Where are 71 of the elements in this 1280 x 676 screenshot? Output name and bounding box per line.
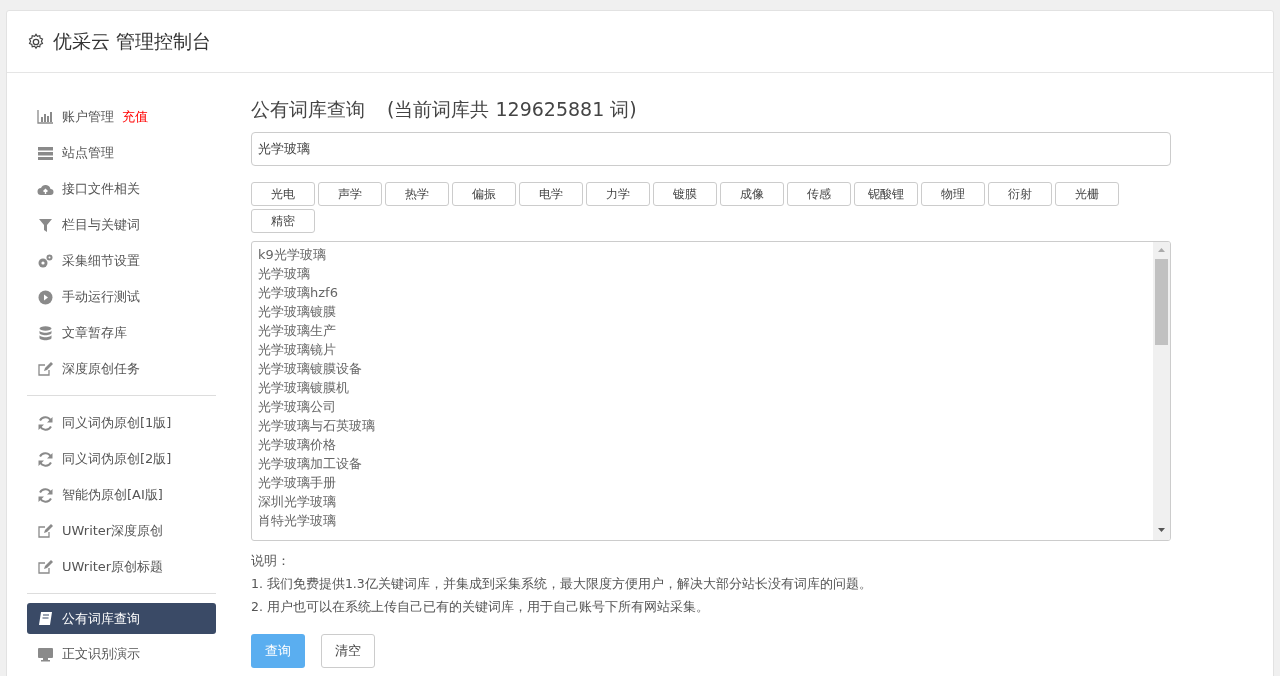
sidebar-item[interactable]: UWriter深度原创 <box>27 513 216 549</box>
console-title: 优采云 管理控制台 <box>53 29 212 55</box>
result-item[interactable]: 光学玻璃生产 <box>252 320 1153 340</box>
gears-icon <box>37 252 54 270</box>
tag-button[interactable]: 光栅 <box>1055 181 1119 206</box>
notes-heading: 说明： <box>251 551 291 570</box>
sidebar-item[interactable]: 深度原创任务 <box>27 351 216 387</box>
result-item[interactable]: 光学玻璃手册 <box>252 472 1153 492</box>
result-item[interactable]: 光学玻璃镀膜 <box>252 301 1153 321</box>
result-item[interactable]: 深圳光学玻璃 <box>252 491 1153 511</box>
tag-button[interactable]: 光电 <box>251 181 315 206</box>
tag-button[interactable]: 力学 <box>586 181 650 206</box>
scrollbar[interactable] <box>1153 241 1170 540</box>
search-field[interactable]: 光学玻璃 <box>251 131 1171 166</box>
tag-button[interactable]: 镀膜 <box>653 181 717 206</box>
server-icon <box>37 144 54 162</box>
sidebar-item[interactable]: 正文识别演示 <box>27 636 216 672</box>
tag-button[interactable]: 成像 <box>720 181 784 206</box>
tag-button[interactable]: 衍射 <box>988 181 1052 206</box>
page-title: 公有词库查询 <box>251 97 365 122</box>
sidebar-item[interactable]: 公有词库查询 <box>27 603 216 634</box>
sidebar-item[interactable]: 采集细节设置 <box>27 243 216 279</box>
monitor-icon <box>37 645 54 663</box>
sidebar-item[interactable]: 栏目与关键词 <box>27 207 216 243</box>
result-item[interactable]: 光学玻璃镜片 <box>252 339 1153 359</box>
tag-button[interactable]: 物理 <box>921 181 985 206</box>
edit-icon <box>37 558 54 576</box>
database-icon <box>37 324 54 342</box>
word-count: (当前词库共 129625881 词) <box>387 97 637 122</box>
tag-button[interactable]: 热学 <box>385 181 449 206</box>
result-item[interactable]: 光学玻璃加工设备 <box>252 453 1153 473</box>
recharge-link[interactable]: 充值 <box>122 107 148 127</box>
sidebar-item[interactable]: 账户管理 充值 <box>27 99 216 135</box>
tag-button[interactable]: 声学 <box>318 181 382 206</box>
refresh-icon <box>37 450 54 468</box>
sidebar-item[interactable]: 同义词伪原创[1版] <box>27 405 216 441</box>
note-text: 2. 用户也可以在系统上传自己已有的关键词库，用于自己账号下所有网站采集。 <box>251 597 710 616</box>
book-icon <box>37 610 54 627</box>
settings-icon <box>27 32 45 51</box>
refresh-icon <box>37 486 54 504</box>
result-item[interactable]: 光学玻璃 <box>252 263 1153 283</box>
result-item[interactable]: 光学玻璃与石英玻璃 <box>252 415 1153 435</box>
sidebar-item[interactable]: 接口文件相关 <box>27 171 216 207</box>
result-item[interactable]: 光学玻璃hzf6 <box>252 282 1153 302</box>
sidebar-item[interactable]: 文章暂存库 <box>27 315 216 351</box>
sidebar-item[interactable]: 同义词伪原创[2版] <box>27 441 216 477</box>
result-item[interactable]: k9光学玻璃 <box>252 244 1153 264</box>
tag-button[interactable]: 电学 <box>519 181 583 206</box>
filter-icon <box>37 216 54 234</box>
edit-icon <box>37 522 54 540</box>
tag-button[interactable]: 偏振 <box>452 181 516 206</box>
tag-button[interactable]: 精密 <box>251 208 315 233</box>
edit-icon <box>37 360 54 378</box>
result-item[interactable]: 光学玻璃公司 <box>252 396 1153 416</box>
sidebar-item[interactable]: 智能伪原创[AI版] <box>27 477 216 513</box>
result-item[interactable]: 光学玻璃镀膜机 <box>252 377 1153 397</box>
tag-button[interactable]: 铌酸锂 <box>854 181 918 206</box>
sidebar-item[interactable]: 站点管理 <box>27 135 216 171</box>
chart-icon <box>37 108 54 126</box>
clear-button[interactable]: 清空 <box>321 633 375 668</box>
result-item[interactable]: 肖特光学玻璃 <box>252 510 1153 530</box>
sidebar-item[interactable]: UWriter原创标题 <box>27 549 216 585</box>
result-item[interactable]: 光学玻璃镀膜设备 <box>252 358 1153 378</box>
result-listbox[interactable]: k9光学玻璃 光学玻璃 光学玻璃hzf6 光学玻璃镀膜 光学玻璃生产 光学玻璃镜片 光学玻璃镀膜设备 光学玻璃镀膜机 光学玻璃公司 光学玻璃与石英玻璃 光学玻璃价格 光学玻璃加工设备 光学玻璃手册 深圳光学玻璃 肖特光学玻璃 <box>251 240 1171 541</box>
note-text: 1. 我们免费提供1.3亿关键词库，并集成到采集系统，最大限度方便用户，解决大部分站长没有词库的问题。 <box>251 574 873 593</box>
result-item[interactable]: 光学玻璃价格 <box>252 434 1153 454</box>
sidebar-item[interactable]: 手动运行测试 <box>27 279 216 315</box>
sidebar-label: 账户管理 <box>62 108 114 127</box>
tag-button[interactable]: 传感 <box>787 181 851 206</box>
play-icon <box>37 288 54 306</box>
refresh-icon <box>37 414 54 432</box>
